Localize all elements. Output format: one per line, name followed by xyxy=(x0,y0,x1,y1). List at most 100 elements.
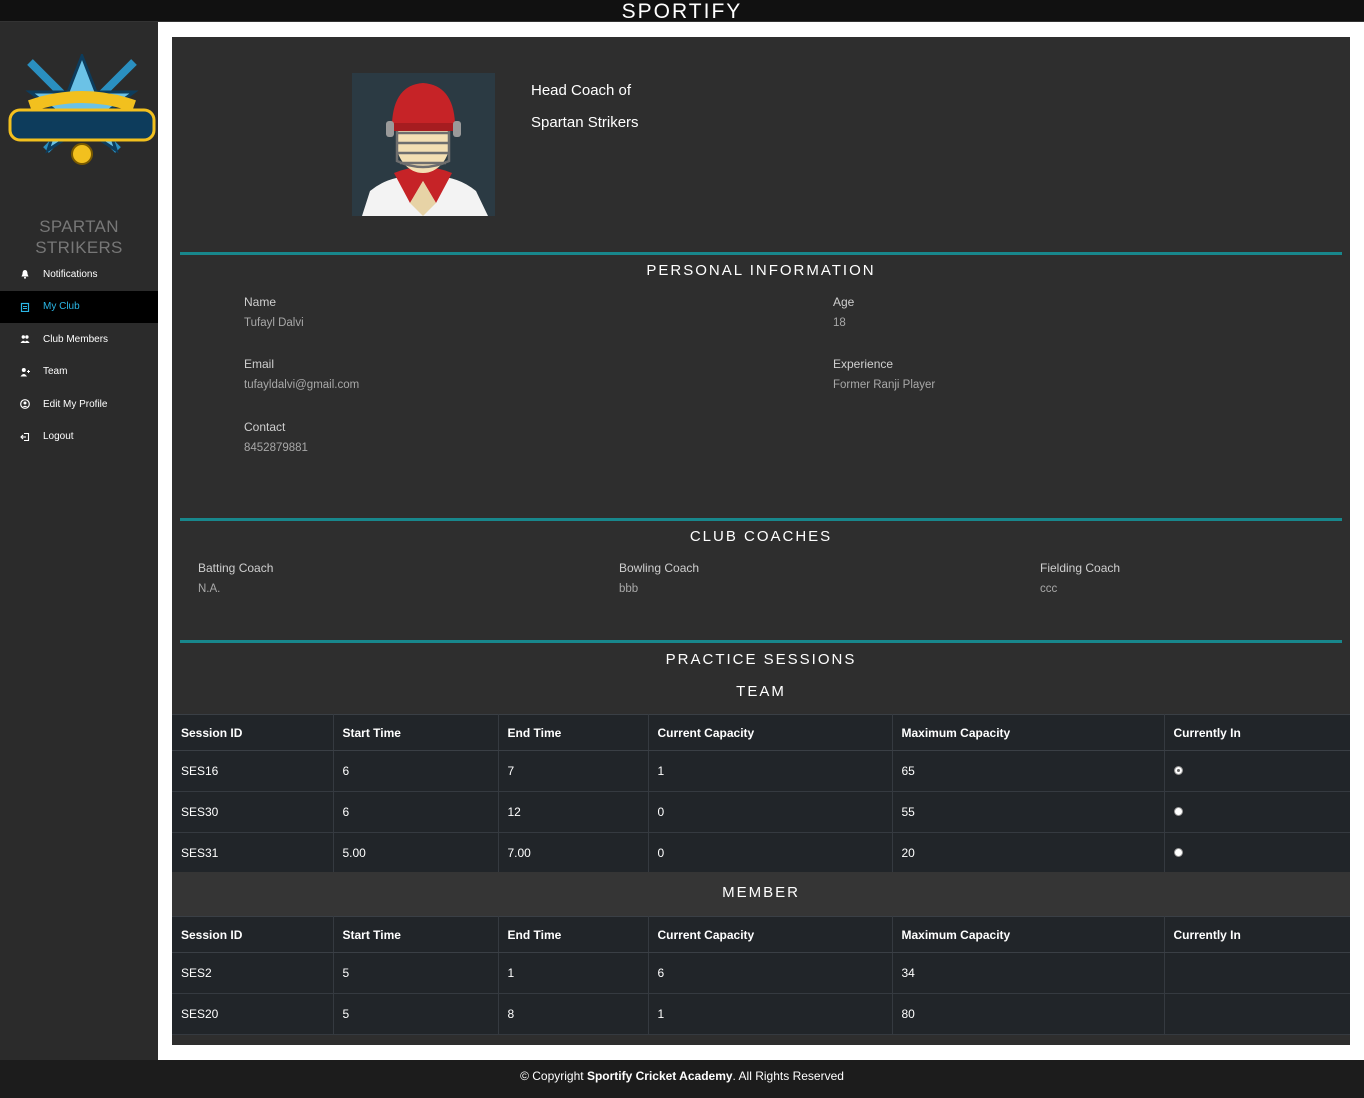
table-header-row: Session ID Start Time End Time Current C… xyxy=(172,714,1350,751)
footer: © Copyright Sportify Cricket Academy. Al… xyxy=(0,1060,1364,1098)
sidebar-nav: Notifications My Club Club Members Team … xyxy=(0,258,158,453)
currently-in-cell xyxy=(1164,832,1350,874)
col-session-id: Session ID xyxy=(172,714,334,751)
role-line: Head Coach of xyxy=(531,82,632,99)
clipboard-icon xyxy=(20,302,30,312)
col-current-capacity: Current Capacity xyxy=(648,916,893,953)
fielding-coach-label: Fielding Coach xyxy=(1040,561,1121,575)
current-capacity: 0 xyxy=(648,791,893,833)
user-plus-icon xyxy=(20,367,30,377)
end-time: 8 xyxy=(498,993,649,1035)
sidebar-item-label: My Club xyxy=(43,301,80,313)
maximum-capacity: 55 xyxy=(892,791,1165,833)
experience-value: Former Ranji Player xyxy=(833,379,936,391)
table-row: SES31 5.00 7.00 0 20 xyxy=(172,832,1350,874)
coach-role: Head Coach of Spartan Strikers xyxy=(531,75,639,139)
club-line: Spartan Strikers xyxy=(531,114,639,131)
currently-in-radio[interactable] xyxy=(1173,848,1183,857)
personal-info-title: PERSONAL INFORMATION xyxy=(646,262,876,279)
users-icon xyxy=(20,334,30,344)
table-row: SES30 6 12 0 55 xyxy=(172,791,1350,833)
session-id: SES30 xyxy=(172,791,334,833)
age-value: 18 xyxy=(833,317,846,329)
sidebar-item-edit-profile[interactable]: Edit My Profile xyxy=(0,388,158,421)
bowling-coach-value: bbb xyxy=(619,583,639,595)
col-end-time: End Time xyxy=(498,916,649,953)
currently-in-radio[interactable] xyxy=(1173,807,1183,816)
session-id: SES31 xyxy=(172,832,334,874)
sidebar-item-label: Edit My Profile xyxy=(43,398,108,410)
team-subtitle: TEAM xyxy=(736,683,786,700)
team-sessions-table: Session ID Start Time End Time Current C… xyxy=(172,714,1350,874)
start-time: 6 xyxy=(333,750,499,792)
col-start-time: Start Time xyxy=(333,714,499,751)
batting-coach-label: Batting Coach xyxy=(198,561,274,575)
section-divider xyxy=(180,518,1342,521)
sidebar-item-label: Team xyxy=(43,366,68,378)
currently-in-cell xyxy=(1164,791,1350,833)
sidebar: SPARTAN STRIKERS Notifications My Club C… xyxy=(0,22,158,1060)
table-row: SES2 5 1 6 34 xyxy=(172,952,1350,994)
experience-label: Experience xyxy=(833,357,894,371)
end-time: 7 xyxy=(498,750,649,792)
start-time: 6 xyxy=(333,791,499,833)
sidebar-item-notifications[interactable]: Notifications xyxy=(0,258,158,291)
start-time: 5 xyxy=(333,993,499,1035)
table-row: SES20 5 8 1 80 xyxy=(172,993,1350,1035)
session-id: SES20 xyxy=(172,993,334,1035)
end-time: 12 xyxy=(498,791,649,833)
fielding-coach-value: ccc xyxy=(1040,583,1058,595)
maximum-capacity: 65 xyxy=(892,750,1165,792)
col-maximum-capacity: Maximum Capacity xyxy=(892,714,1165,751)
sidebar-item-label: Notifications xyxy=(43,268,98,280)
spartan-strikers-logo xyxy=(8,54,156,165)
member-subtitle: MEMBER xyxy=(722,884,800,901)
start-time: 5 xyxy=(333,952,499,994)
name-label: Name xyxy=(244,295,277,309)
currently-in-radio[interactable] xyxy=(1173,766,1183,775)
current-capacity: 6 xyxy=(648,952,893,994)
sidebar-item-club-members[interactable]: Club Members xyxy=(0,323,158,356)
table-header-row: Session ID Start Time End Time Current C… xyxy=(172,916,1350,953)
current-capacity: 1 xyxy=(648,993,893,1035)
club-name: SPARTAN STRIKERS xyxy=(35,217,123,257)
sidebar-item-my-club[interactable]: My Club xyxy=(0,290,158,323)
sidebar-item-logout[interactable]: Logout xyxy=(0,421,158,454)
contact-label: Contact xyxy=(244,420,286,434)
club-coaches-title: CLUB COACHES xyxy=(689,528,833,545)
table-row: SES16 6 7 1 65 xyxy=(172,750,1350,792)
col-maximum-capacity: Maximum Capacity xyxy=(892,916,1165,953)
email-value: tufayldalvi@gmail.com xyxy=(244,379,360,391)
copyright-suffix: . All Rights Reserved xyxy=(732,1069,844,1083)
sidebar-item-team[interactable]: Team xyxy=(0,356,158,389)
academy-name: Sportify Cricket Academy xyxy=(586,1069,733,1083)
current-capacity: 0 xyxy=(648,832,893,874)
bell-icon xyxy=(20,269,30,279)
member-sessions-table: Session ID Start Time End Time Current C… xyxy=(172,916,1350,1035)
currently-in-cell xyxy=(1164,750,1350,792)
email-label: Email xyxy=(244,357,275,371)
maximum-capacity: 20 xyxy=(892,832,1165,874)
age-label: Age xyxy=(833,295,855,309)
batting-coach-value: N.A. xyxy=(198,583,221,595)
session-id: SES16 xyxy=(172,750,334,792)
col-start-time: Start Time xyxy=(333,916,499,953)
top-bar: SPORTIFY xyxy=(0,0,1364,23)
col-currently-in: Currently In xyxy=(1164,714,1350,751)
col-end-time: End Time xyxy=(498,714,649,751)
sidebar-item-label: Club Members xyxy=(43,333,109,345)
bowling-coach-label: Bowling Coach xyxy=(619,561,700,575)
sidebar-item-label: Logout xyxy=(43,431,74,443)
section-divider xyxy=(180,640,1342,643)
end-time: 1 xyxy=(498,952,649,994)
copyright-prefix: © Copyright xyxy=(520,1069,587,1083)
session-id: SES2 xyxy=(172,952,334,994)
col-current-capacity: Current Capacity xyxy=(648,714,893,751)
end-time: 7.00 xyxy=(498,832,649,874)
col-currently-in: Currently In xyxy=(1164,916,1350,953)
section-divider xyxy=(180,252,1342,255)
practice-sessions-title: PRACTICE SESSIONS xyxy=(665,651,857,668)
coach-avatar xyxy=(352,73,495,216)
current-capacity: 1 xyxy=(648,750,893,792)
maximum-capacity: 80 xyxy=(892,993,1165,1035)
